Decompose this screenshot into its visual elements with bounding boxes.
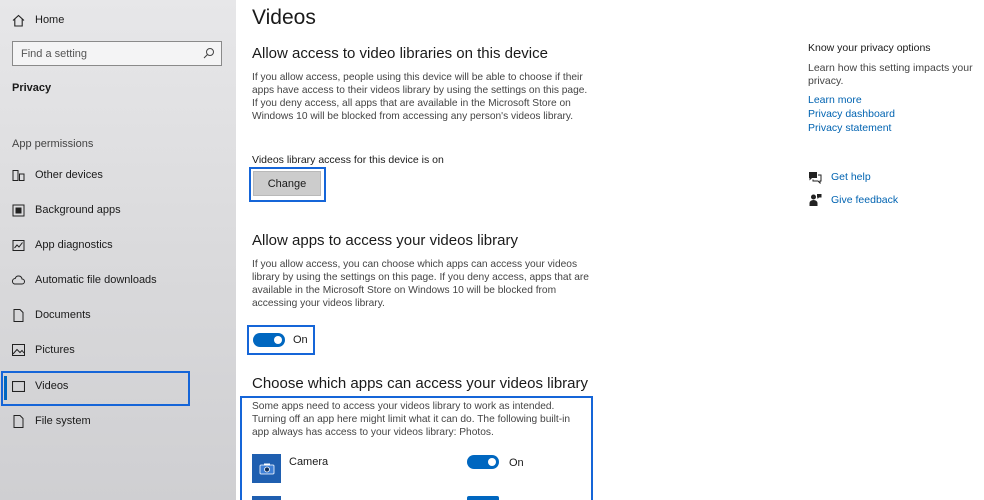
app-name-camera: Camera — [289, 456, 329, 468]
learn-more-link[interactable]: Learn more — [808, 94, 862, 106]
search-icon[interactable] — [203, 47, 215, 62]
section-description: If you allow access, people using this d… — [252, 72, 588, 122]
change-button[interactable]: Change — [253, 171, 321, 196]
sidebar-item-label: Pictures — [35, 344, 75, 356]
sidebar-item-label: Background apps — [35, 204, 121, 216]
section-label: App permissions — [12, 138, 94, 150]
give-feedback-label: Give feedback — [831, 194, 899, 206]
category-title: Privacy — [12, 82, 52, 94]
app-access-toggle[interactable] — [253, 333, 285, 347]
sidebar-item-pictures[interactable]: Pictures — [0, 333, 236, 367]
sidebar-item-other-devices[interactable]: Other devices — [0, 158, 236, 192]
sidebar-item-label: File system — [35, 415, 91, 427]
search-placeholder: Find a setting — [21, 47, 88, 60]
sidebar-item-label: Documents — [35, 309, 91, 321]
sidebar: Home Find a setting Privacy App permissi… — [0, 0, 236, 500]
toggle-state-label: On — [509, 457, 524, 469]
related-panel: Know your privacy options Learn how this… — [808, 0, 984, 500]
sidebar-item-label: App diagnostics — [35, 239, 113, 251]
chat-help-icon — [808, 170, 822, 184]
give-feedback-link[interactable]: Give feedback — [808, 193, 898, 207]
cloud-icon — [11, 273, 25, 287]
app-icon — [252, 496, 281, 500]
main-content: Videos Allow access to video libraries o… — [236, 0, 796, 500]
privacy-options-description: Learn how this setting impacts your priv… — [808, 62, 973, 87]
home-icon — [11, 13, 25, 27]
section-heading-device-access: Allow access to video libraries on this … — [252, 45, 548, 62]
devices-icon — [11, 168, 25, 182]
picture-icon — [11, 343, 25, 357]
sidebar-item-file-system[interactable]: File system — [0, 404, 236, 438]
get-help-label: Get help — [831, 171, 871, 183]
sidebar-item-label: Automatic file downloads — [35, 274, 157, 286]
sidebar-item-background-apps[interactable]: Background apps — [0, 193, 236, 227]
get-help-link[interactable]: Get help — [808, 170, 871, 184]
camera-toggle[interactable] — [467, 455, 499, 469]
feedback-icon — [808, 193, 822, 207]
camera-icon — [252, 454, 281, 483]
app-toggle[interactable] — [467, 496, 499, 500]
sidebar-item-label: Home — [35, 14, 65, 26]
toggle-state-label: On — [293, 334, 308, 346]
privacy-options-heading: Know your privacy options — [808, 42, 931, 54]
privacy-dashboard-link[interactable]: Privacy dashboard — [808, 108, 895, 120]
background-apps-icon — [11, 203, 25, 217]
videos-highlight-box — [1, 371, 190, 406]
page-title: Videos — [252, 6, 316, 29]
sidebar-item-label: Other devices — [35, 169, 103, 181]
section-description: If you allow access, you can choose whic… — [252, 259, 589, 309]
toggle-knob — [274, 336, 282, 344]
section-heading-app-access: Allow apps to access your videos library — [252, 232, 518, 249]
sidebar-item-documents[interactable]: Documents — [0, 298, 236, 332]
search-input[interactable]: Find a setting — [12, 41, 222, 66]
toggle-knob — [488, 458, 496, 466]
sidebar-item-home[interactable]: Home — [0, 3, 236, 37]
device-access-status: Videos library access for this device is… — [252, 154, 444, 166]
diagnostics-icon — [11, 238, 25, 252]
section-heading-choose-apps: Choose which apps can access your videos… — [252, 375, 588, 392]
privacy-statement-link[interactable]: Privacy statement — [808, 122, 891, 134]
document-icon — [11, 308, 25, 322]
sidebar-item-automatic-file-downloads[interactable]: Automatic file downloads — [0, 263, 236, 297]
sidebar-item-app-diagnostics[interactable]: App diagnostics — [0, 228, 236, 262]
section-description: Some apps need to access your videos lib… — [252, 401, 571, 438]
file-icon — [11, 414, 25, 428]
